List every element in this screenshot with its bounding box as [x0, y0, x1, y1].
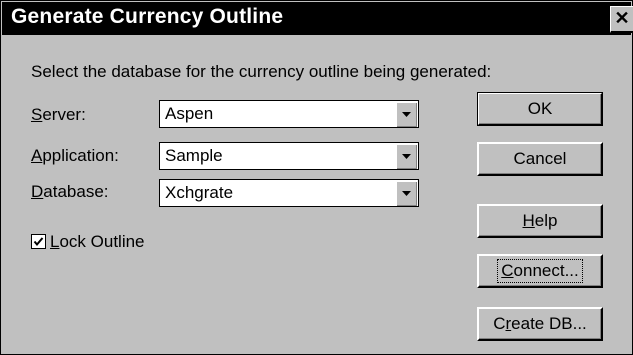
application-combobox[interactable]: Sample [159, 142, 419, 170]
chevron-down-icon[interactable] [396, 102, 417, 127]
server-combobox[interactable]: Aspen [159, 100, 419, 128]
lock-outline-checkbox[interactable] [31, 234, 46, 249]
database-value: Xchgrate [165, 183, 234, 202]
title-bar: Generate Currency Outline ✕ [2, 2, 633, 35]
database-combobox[interactable]: Xchgrate [159, 179, 419, 207]
focus-indicator: Connect... [497, 259, 583, 283]
chevron-down-icon[interactable] [396, 181, 417, 206]
help-button[interactable]: Help [477, 204, 603, 238]
close-icon[interactable]: ✕ [610, 6, 633, 33]
server-value: Aspen [165, 104, 214, 123]
check-icon [33, 237, 44, 247]
application-value: Sample [165, 146, 223, 165]
chevron-down-icon[interactable] [396, 144, 417, 169]
ok-button[interactable]: OK [477, 92, 603, 126]
connect-button[interactable]: Connect... [477, 254, 603, 288]
create-db-button[interactable]: Create DB... [477, 307, 603, 341]
instruction-text: Select the database for the currency out… [31, 62, 492, 81]
application-label: Application: [31, 146, 119, 165]
dialog-title: Generate Currency Outline [11, 5, 284, 28]
currency-outline-dialog: Generate Currency Outline ✕ Select the d… [0, 0, 633, 355]
server-label: Server: [31, 105, 86, 124]
cancel-button[interactable]: Cancel [477, 142, 603, 176]
lock-outline-label: Lock Outline [50, 232, 145, 251]
database-label: Database: [31, 182, 109, 201]
